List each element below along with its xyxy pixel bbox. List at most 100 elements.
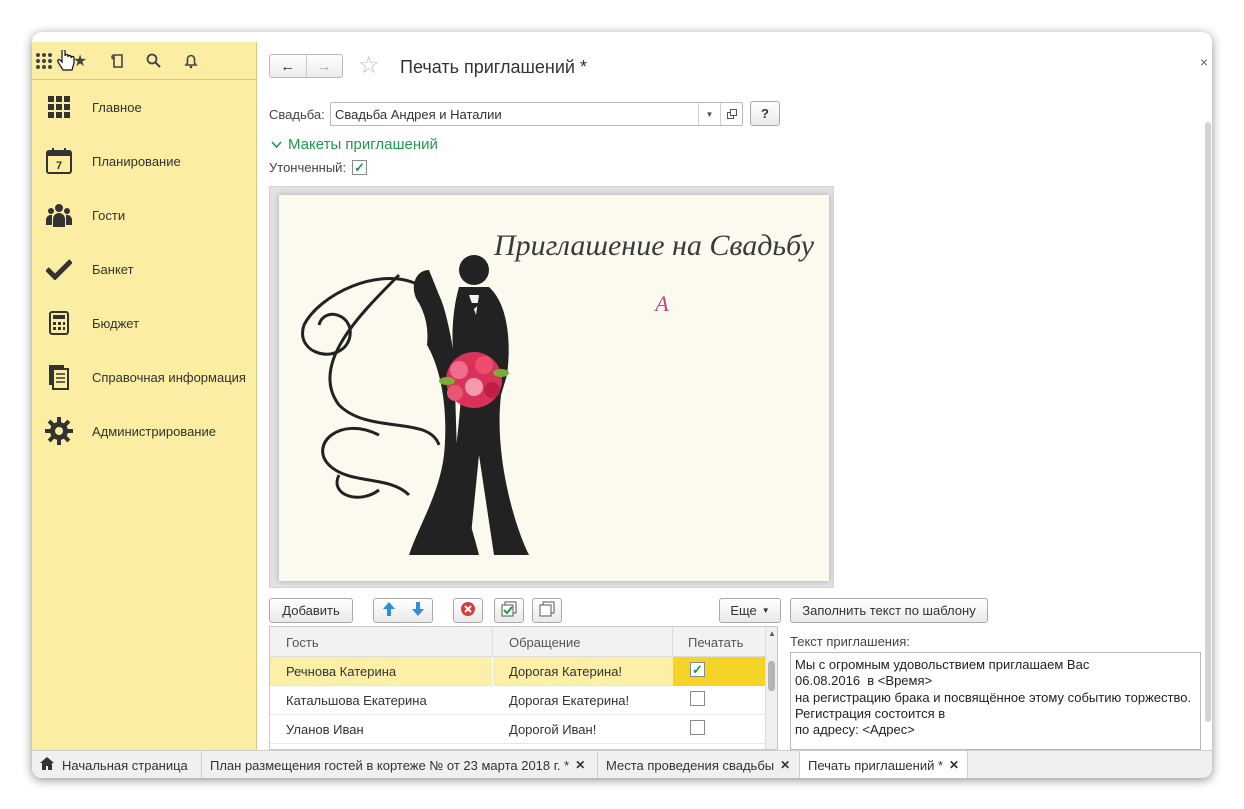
wedding-field[interactable]: Свадьба Андрея и Наталии ▼: [330, 102, 743, 126]
table-row[interactable]: Речнова Катерина Дорогая Катерина! ✓: [270, 657, 766, 686]
wedding-value: Свадьба Андрея и Наталии: [335, 107, 502, 122]
print-checkbox[interactable]: [690, 720, 705, 735]
guest-cell: Уланов Иван: [286, 722, 364, 737]
tab-home[interactable]: Начальная страница: [32, 751, 202, 778]
group-title: Макеты приглашений: [288, 136, 438, 153]
sidebar-item-main[interactable]: Главное: [32, 80, 257, 134]
chevron-down-icon: ▼: [761, 606, 770, 615]
table-row[interactable]: Уланов Иван Дорогой Иван!: [270, 715, 766, 744]
sidebar-item-label: Справочная информация: [92, 369, 246, 385]
sidebar-item-label: Гости: [92, 207, 126, 223]
calendar-icon: 7: [44, 146, 74, 176]
table-scrollbar[interactable]: ▲: [765, 627, 777, 749]
checkmark-icon: [44, 254, 74, 284]
more-label: Еще: [730, 603, 757, 618]
sidebar-item-label: Администрирование: [92, 423, 216, 439]
dropdown-arrow-icon[interactable]: ▼: [698, 103, 720, 125]
print-checkbox[interactable]: [690, 691, 705, 706]
svg-text:7: 7: [56, 160, 62, 172]
app-window: ★ Главное 7 Планирование Гости Банкет Бю…: [32, 32, 1212, 778]
search-icon[interactable]: [144, 51, 164, 71]
sidebar: ★ Главное 7 Планирование Гости Банкет Бю…: [32, 42, 257, 750]
guest-cell: Речнова Катерина: [286, 664, 397, 679]
greeting-cell: Дорогая Екатерина!: [509, 693, 630, 708]
main-panel: ← → ☆ Печать приглашений * × Свадьба: Св…: [258, 42, 1212, 750]
guests-table: Гость Обращение Печатать Речнова Катерин…: [269, 626, 778, 750]
tab-label: План размещения гостей в кортеже № от 23…: [210, 757, 570, 773]
move-down-icon[interactable]: [411, 602, 424, 619]
check-all-icon: [501, 601, 517, 620]
print-checkbox[interactable]: ✓: [690, 662, 705, 677]
move-up-icon[interactable]: [382, 602, 395, 619]
bell-icon[interactable]: [181, 51, 201, 71]
grid-icon: [44, 92, 74, 122]
tab-label: Места проведения свадьбы: [606, 757, 775, 773]
tab-motorcade-plan[interactable]: План размещения гостей в кортеже № от 23…: [202, 751, 598, 778]
documents-icon: [44, 362, 74, 392]
sidebar-item-label: Планирование: [92, 153, 181, 169]
gear-icon: [44, 416, 74, 446]
fill-template-button[interactable]: Заполнить текст по шаблону: [790, 598, 988, 623]
column-header-print[interactable]: Печатать: [688, 635, 743, 650]
history-icon[interactable]: [108, 51, 128, 71]
greeting-cell: Дорогой Иван!: [509, 722, 597, 737]
favorite-star-icon[interactable]: ☆: [358, 54, 380, 78]
invitation-text-label: Текст приглашения:: [790, 634, 910, 649]
help-button[interactable]: ?: [750, 101, 780, 126]
refined-checkbox[interactable]: ✓: [352, 160, 367, 175]
wedding-label: Свадьба:: [269, 107, 325, 122]
table-header: Гость Обращение Печатать: [270, 627, 766, 657]
column-header-guest[interactable]: Гость: [286, 635, 319, 650]
tab-venues[interactable]: Места проведения свадьбы ✕: [598, 751, 800, 778]
divider: [492, 627, 493, 657]
close-icon[interactable]: ✕: [780, 758, 790, 772]
invitation-text-area[interactable]: Мы с огромным удовольствием приглашаем В…: [790, 652, 1201, 750]
apps-grid-icon[interactable]: [34, 51, 54, 71]
sidebar-item-planning[interactable]: 7 Планирование: [32, 134, 257, 188]
close-icon[interactable]: ×: [1200, 54, 1208, 70]
tab-label: Печать приглашений *: [808, 757, 944, 773]
open-icon[interactable]: [720, 103, 742, 125]
preview-title: Приглашение на Свадьбу: [493, 229, 815, 262]
sidebar-toolbar: ★: [32, 42, 257, 80]
sidebar-item-budget[interactable]: Бюджет: [32, 296, 257, 350]
tab-label: Начальная страница: [62, 757, 188, 773]
sidebar-item-guests[interactable]: Гости: [32, 188, 257, 242]
home-icon: [40, 757, 54, 773]
delete-button[interactable]: [453, 598, 483, 623]
print-cell: [673, 657, 766, 686]
scrollbar-thumb[interactable]: [1205, 122, 1211, 722]
divider: [672, 627, 673, 657]
divider: [492, 657, 493, 686]
uncheck-all-button[interactable]: [532, 598, 562, 623]
page-scrollbar[interactable]: [1204, 122, 1212, 742]
scrollbar-thumb[interactable]: [768, 661, 775, 691]
move-buttons: [373, 598, 433, 623]
sidebar-item-admin[interactable]: Администрирование: [32, 404, 257, 458]
back-button[interactable]: ←: [270, 55, 306, 77]
favorites-star-icon[interactable]: ★: [70, 51, 90, 71]
tab-print-invitations[interactable]: Печать приглашений * ✕: [800, 751, 968, 778]
monogram: A: [653, 291, 669, 316]
delete-icon: [460, 601, 476, 620]
sidebar-item-banquet[interactable]: Банкет: [32, 242, 257, 296]
invitation-templates-group[interactable]: Макеты приглашений: [271, 136, 438, 153]
column-header-greeting[interactable]: Обращение: [509, 635, 580, 650]
sidebar-item-label: Бюджет: [92, 315, 140, 331]
couple-silhouette-image: Приглашение на Свадьбу A: [301, 229, 815, 555]
guest-cell: Катальшова Екатерина: [286, 693, 427, 708]
invitation-card: Приглашение на Свадьбу A: [279, 195, 829, 581]
sidebar-item-reference[interactable]: Справочная информация: [32, 350, 257, 404]
greeting-cell: Дорогая Катерина!: [509, 664, 623, 679]
close-icon[interactable]: ✕: [949, 758, 959, 772]
add-button[interactable]: Добавить: [269, 598, 353, 623]
more-button[interactable]: Еще ▼: [719, 598, 781, 623]
check-all-button[interactable]: [494, 598, 524, 623]
forward-button[interactable]: →: [307, 55, 343, 77]
table-row[interactable]: Катальшова Екатерина Дорогая Екатерина!: [270, 686, 766, 715]
people-icon: [44, 200, 74, 230]
scroll-up-icon[interactable]: ▲: [768, 629, 776, 638]
history-nav: ← →: [269, 54, 343, 78]
close-icon[interactable]: ✕: [575, 758, 585, 772]
uncheck-all-icon: [539, 601, 555, 620]
